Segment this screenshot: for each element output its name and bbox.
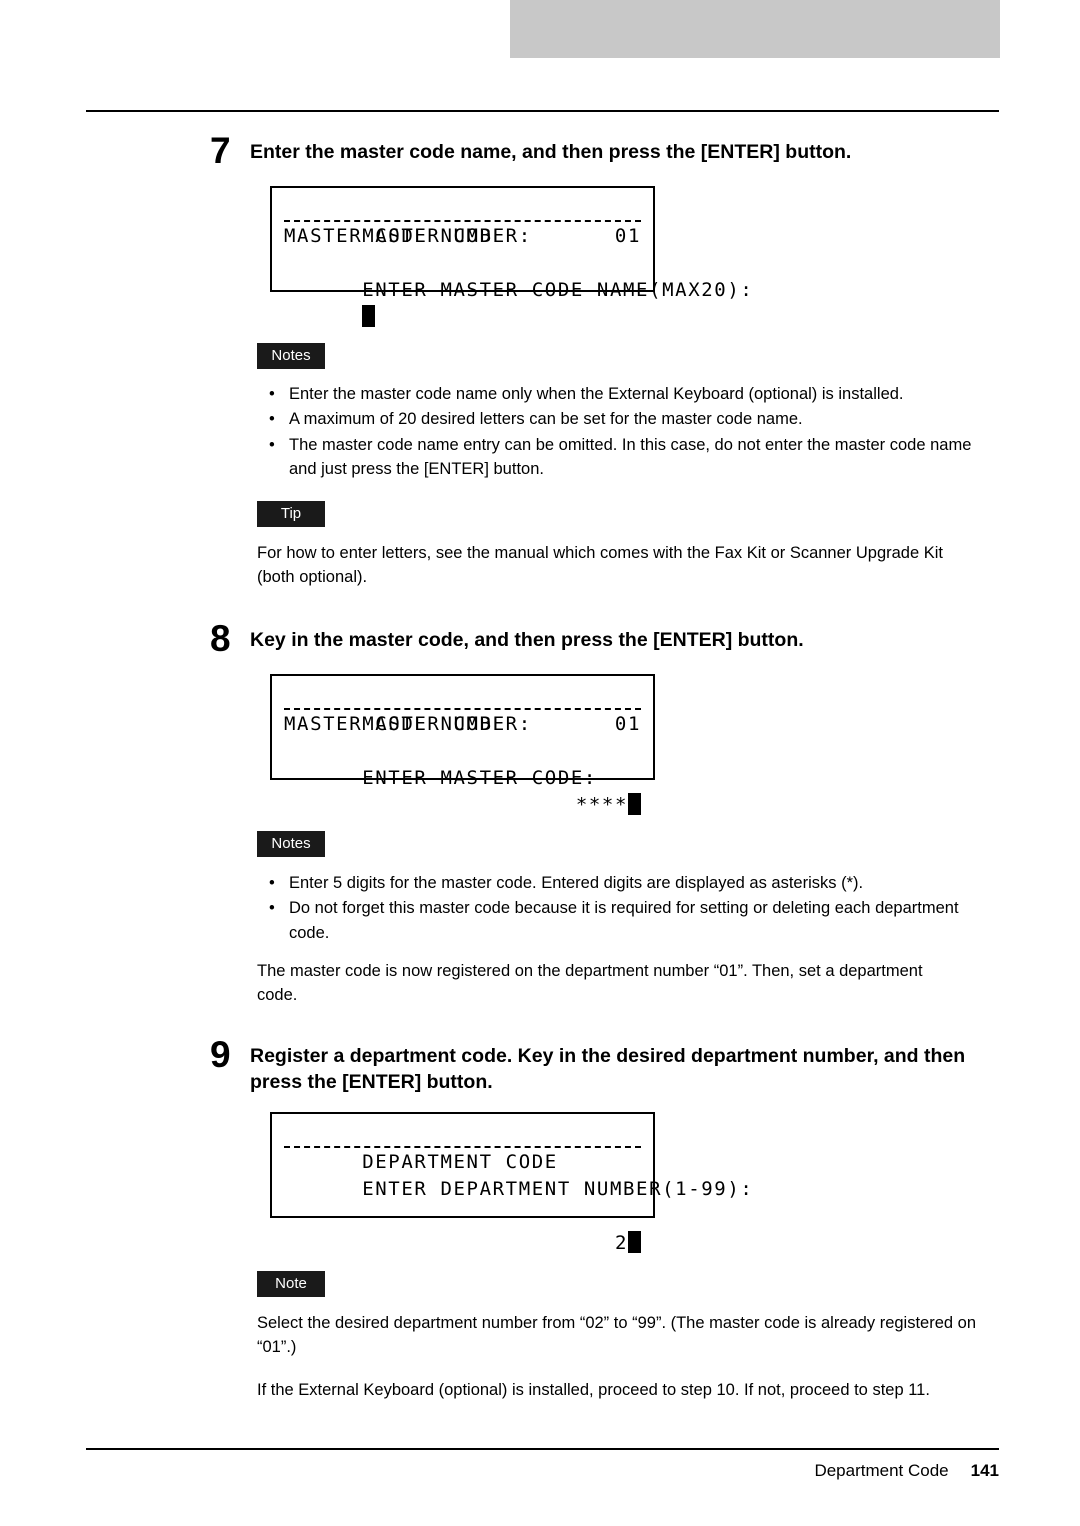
lcd8-line-3: ENTER MASTER CODE:: [284, 738, 641, 789]
text-cursor: [628, 793, 641, 815]
lcd9-line-2: ENTER DEPARTMENT NUMBER(1-99):: [284, 1149, 752, 1200]
step-7: 7 Enter the master code name, and then p…: [210, 132, 1010, 169]
footer-label: Department Code: [814, 1461, 949, 1480]
lcd7-line-2-right: 01: [614, 225, 641, 247]
tip-text-step-7: For how to enter letters, see the manual…: [257, 544, 943, 587]
notes-badge-step-7: Notes: [257, 343, 325, 369]
step-8: 8 Key in the master code, and then press…: [210, 620, 1010, 657]
lcd8-line-2: MASTER CODE NUMBER: 01: [284, 711, 641, 738]
notes-list-step-7: Enter the master code name only when the…: [257, 382, 997, 482]
masked-code-value: ****: [575, 794, 628, 816]
lcd8-line-1: MASTER CODE: [284, 684, 641, 735]
page-footer: Department Code 141: [86, 1461, 999, 1481]
lcd-panel-step-9: DEPARTMENT CODE ENTER DEPARTMENT NUMBER(…: [270, 1112, 752, 1254]
note-item: The master code name entry can be omitte…: [257, 433, 997, 482]
header-grey-band: [510, 0, 1000, 58]
step-9-heading: Register a department code. Key in the d…: [250, 1045, 966, 1094]
department-number-value: 2: [614, 1232, 628, 1254]
lcd7-line-2: MASTER CODE NUMBER: 01: [284, 223, 641, 250]
step-7-heading: Enter the master code name, and then pre…: [250, 141, 852, 163]
lcd9-line-4: 2: [284, 1203, 641, 1254]
lcd8-line-4: ****: [284, 765, 641, 816]
notes-list-step-8: Enter 5 digits for the master code. Ente…: [257, 871, 997, 946]
lcd7-line-4: [284, 277, 641, 327]
notes-badge-step-8: Notes: [257, 831, 325, 857]
note-item: Do not forget this master code because i…: [257, 896, 997, 945]
note-item: A maximum of 20 desired letters can be s…: [257, 407, 997, 432]
manual-page: 7 Enter the master code name, and then p…: [0, 0, 1080, 1526]
step-8-number: 8: [210, 618, 231, 659]
footer-page-number: 141: [970, 1461, 999, 1480]
tip-badge-step-7: Tip: [257, 501, 325, 527]
lcd7-divider: [284, 220, 641, 222]
paragraph-step-9: If the External Keyboard (optional) is i…: [257, 1381, 930, 1399]
lcd-panel-step-7: MASTER CODE MASTER CODE NUMBER: 01 ENTER…: [270, 186, 752, 327]
step-8-heading: Key in the master code, and then press t…: [250, 629, 804, 651]
footer-rule: [86, 1448, 999, 1450]
note-badge-step-9: Note: [257, 1271, 325, 1297]
lcd8-line-2-right: 01: [614, 713, 641, 735]
lcd8-line-2-left: MASTER CODE NUMBER:: [284, 713, 532, 735]
note-item: Enter 5 digits for the master code. Ente…: [257, 871, 997, 896]
lcd8-divider: [284, 708, 641, 710]
lcd9-line-1: DEPARTMENT CODE: [284, 1122, 641, 1173]
lcd7-line-2-left: MASTER CODE NUMBER:: [284, 225, 532, 247]
step-9: 9 Register a department code. Key in the…: [210, 1036, 1010, 1096]
lcd9-line-3: [284, 1176, 641, 1203]
paragraph-step-8: The master code is now registered on the…: [257, 962, 923, 1005]
text-cursor: [362, 305, 376, 327]
text-cursor: [628, 1231, 641, 1253]
header-rule: [86, 110, 999, 112]
step-7-number: 7: [210, 130, 231, 171]
note-item: Enter the master code name only when the…: [257, 382, 997, 407]
lcd7-line-3: ENTER MASTER CODE NAME(MAX20):: [284, 250, 752, 301]
lcd7-line-1: MASTER CODE: [284, 196, 641, 247]
note-text-step-9: Select the desired department number fro…: [257, 1314, 977, 1357]
lcd-panel-step-8: MASTER CODE MASTER CODE NUMBER: 01 ENTER…: [270, 674, 655, 816]
lcd9-divider: [284, 1146, 641, 1148]
step-9-number: 9: [210, 1034, 231, 1075]
